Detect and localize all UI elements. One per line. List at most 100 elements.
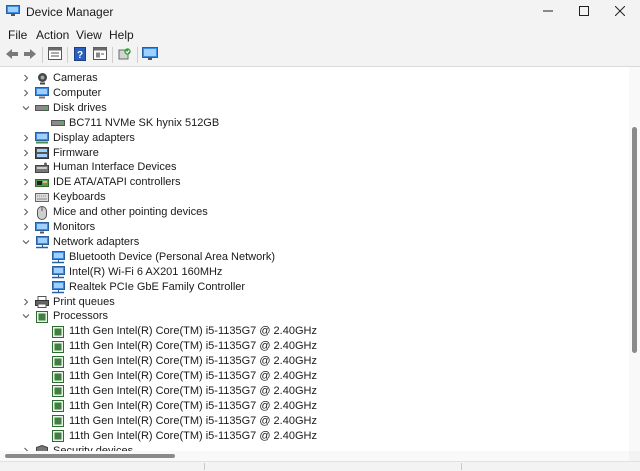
tree-device-item[interactable]: Intel(R) Wi-Fi 6 AX201 160MHz [0,265,620,280]
processor-icon [51,415,65,428]
processor-icon [51,370,65,383]
tree-category-monitors[interactable]: Monitors [0,220,620,235]
tree-category-keyboards[interactable]: Keyboards [0,190,620,205]
properties-button[interactable] [46,46,64,64]
tree-item-label: Print queues [53,295,115,308]
tree-category-ide-ata-atapi-controllers[interactable]: IDE ATA/ATAPI controllers [0,175,620,190]
tree-item-label: Display adapters [53,131,135,144]
device-tree[interactable]: Cameras Computer Disk drives BC711 NVMe SK … [0,67,628,451]
tree-item-label: Disk drives [53,101,107,114]
tree-item-label: 11th Gen Intel(R) Core(TM) i5-1135G7 @ 2… [69,340,317,353]
tree-category-firmware[interactable]: Firmware [0,146,620,161]
hid-icon [35,161,49,174]
tree-item-label: Human Interface Devices [53,161,177,174]
chevron-right-icon[interactable] [21,162,31,172]
ide-controller-icon [35,176,49,189]
tree-device-item[interactable]: Realtek PCIe GbE Family Controller [0,280,620,295]
forward-arrow-icon [23,48,37,63]
chevron-down-icon[interactable] [21,237,31,247]
toolbar-separator [67,47,68,63]
chevron-right-icon[interactable] [21,297,31,307]
firmware-icon [35,147,49,160]
device-tree-panel: Cameras Computer Disk drives BC711 NVMe SK … [0,66,640,471]
tree-item-label: 11th Gen Intel(R) Core(TM) i5-1135G7 @ 2… [69,429,317,442]
show-hidden-icon [93,47,107,63]
menu-bar: File Action View Help [0,24,640,44]
title-bar: Device Manager [0,0,640,24]
tree-device-item[interactable]: 11th Gen Intel(R) Core(TM) i5-1135G7 @ 2… [0,399,620,414]
disk-drive-icon [35,102,49,115]
tree-item-label: 11th Gen Intel(R) Core(TM) i5-1135G7 @ 2… [69,370,317,382]
toolbar-separator [137,47,138,63]
tree-device-item[interactable]: 11th Gen Intel(R) Core(TM) i5-1135G7 @ 2… [0,324,620,339]
tree-item-label: Intel(R) Wi-Fi 6 AX201 160MHz [69,265,223,278]
tree-item-label: Network adapters [53,235,140,248]
tree-category-processors[interactable]: Processors [0,309,620,324]
horizontal-scroll-thumb[interactable] [5,454,175,458]
tree-item-label: 11th Gen Intel(R) Core(TM) i5-1135G7 @ 2… [69,384,317,397]
chevron-right-icon[interactable] [21,192,31,202]
tree-item-label: 11th Gen Intel(R) Core(TM) i5-1135G7 @ 2… [69,355,317,368]
toolbar: ? [0,44,640,66]
disk-drive-icon [51,117,65,130]
tree-category-display-adapters[interactable]: Display adapters [0,131,620,146]
printer-icon [35,296,49,309]
tree-item-label: 11th Gen Intel(R) Core(TM) i5-1135G7 @ 2… [69,414,317,427]
back-button[interactable] [3,46,21,64]
network-adapter-icon [51,280,65,294]
scan-hardware-button[interactable] [116,46,134,64]
tree-category-cameras[interactable]: Cameras [0,71,620,86]
processor-icon [35,310,49,323]
vertical-scrollbar[interactable] [629,67,640,451]
tree-category-mice-and-other-pointing-devices[interactable]: Mice and other pointing devices [0,205,620,220]
tree-device-item[interactable]: 11th Gen Intel(R) Core(TM) i5-1135G7 @ 2… [0,339,620,354]
keyboard-icon [35,191,49,204]
mouse-icon [35,205,49,220]
processor-icon [51,355,65,368]
tree-device-item[interactable]: Bluetooth Device (Personal Area Network) [0,250,620,265]
show-hidden-button[interactable] [91,46,109,64]
chevron-right-icon[interactable] [21,133,31,143]
tree-device-item[interactable]: BC711 NVMe SK hynix 512GB [0,116,620,131]
help-icon: ? [74,46,86,64]
properties-icon [48,47,62,63]
tree-device-item[interactable]: 11th Gen Intel(R) Core(TM) i5-1135G7 @ 2… [0,354,620,369]
chevron-right-icon[interactable] [21,222,31,232]
tree-device-item[interactable]: 11th Gen Intel(R) Core(TM) i5-1135G7 @ 2… [0,384,620,399]
horizontal-scrollbar[interactable] [0,451,629,461]
tree-device-item[interactable]: 11th Gen Intel(R) Core(TM) i5-1135G7 @ 2… [0,369,620,384]
chevron-down-icon[interactable] [21,311,31,321]
menu-action[interactable]: Action [36,28,69,42]
tree-category-network-adapters[interactable]: Network adapters [0,235,620,250]
menu-file[interactable]: File [8,28,27,42]
tree-category-security-devices[interactable]: Security devices [0,444,620,451]
chevron-down-icon[interactable] [21,103,31,113]
tree-device-item[interactable]: 11th Gen Intel(R) Core(TM) i5-1135G7 @ 2… [0,414,620,429]
forward-button[interactable] [21,46,39,64]
menu-view[interactable]: View [76,28,102,42]
tree-category-disk-drives[interactable]: Disk drives [0,101,620,116]
chevron-right-icon[interactable] [21,177,31,187]
tree-category-print-queues[interactable]: Print queues [0,295,620,310]
chevron-right-icon[interactable] [21,73,31,83]
monitor-button[interactable] [141,46,159,64]
chevron-right-icon[interactable] [21,88,31,98]
close-button[interactable] [597,0,640,24]
tree-device-item[interactable]: 11th Gen Intel(R) Core(TM) i5-1135G7 @ 2… [0,429,620,444]
tree-category-computer[interactable]: Computer [0,86,620,101]
scan-hardware-icon [118,47,132,64]
processor-icon [51,385,65,398]
tree-item-label: BC711 NVMe SK hynix 512GB [69,116,220,129]
vertical-scroll-thumb[interactable] [632,127,637,353]
menu-help[interactable]: Help [109,28,134,42]
tree-category-human-interface-devices[interactable]: Human Interface Devices [0,160,620,175]
tree-item-label: Keyboards [53,191,106,204]
network-adapter-icon [51,250,65,264]
toolbar-separator [42,47,43,63]
tree-item-label: Monitors [53,221,96,233]
processor-icon [51,430,65,443]
chevron-right-icon[interactable] [21,148,31,158]
chevron-right-icon[interactable] [21,207,31,217]
close-icon [614,5,626,19]
help-button[interactable]: ? [71,46,89,64]
